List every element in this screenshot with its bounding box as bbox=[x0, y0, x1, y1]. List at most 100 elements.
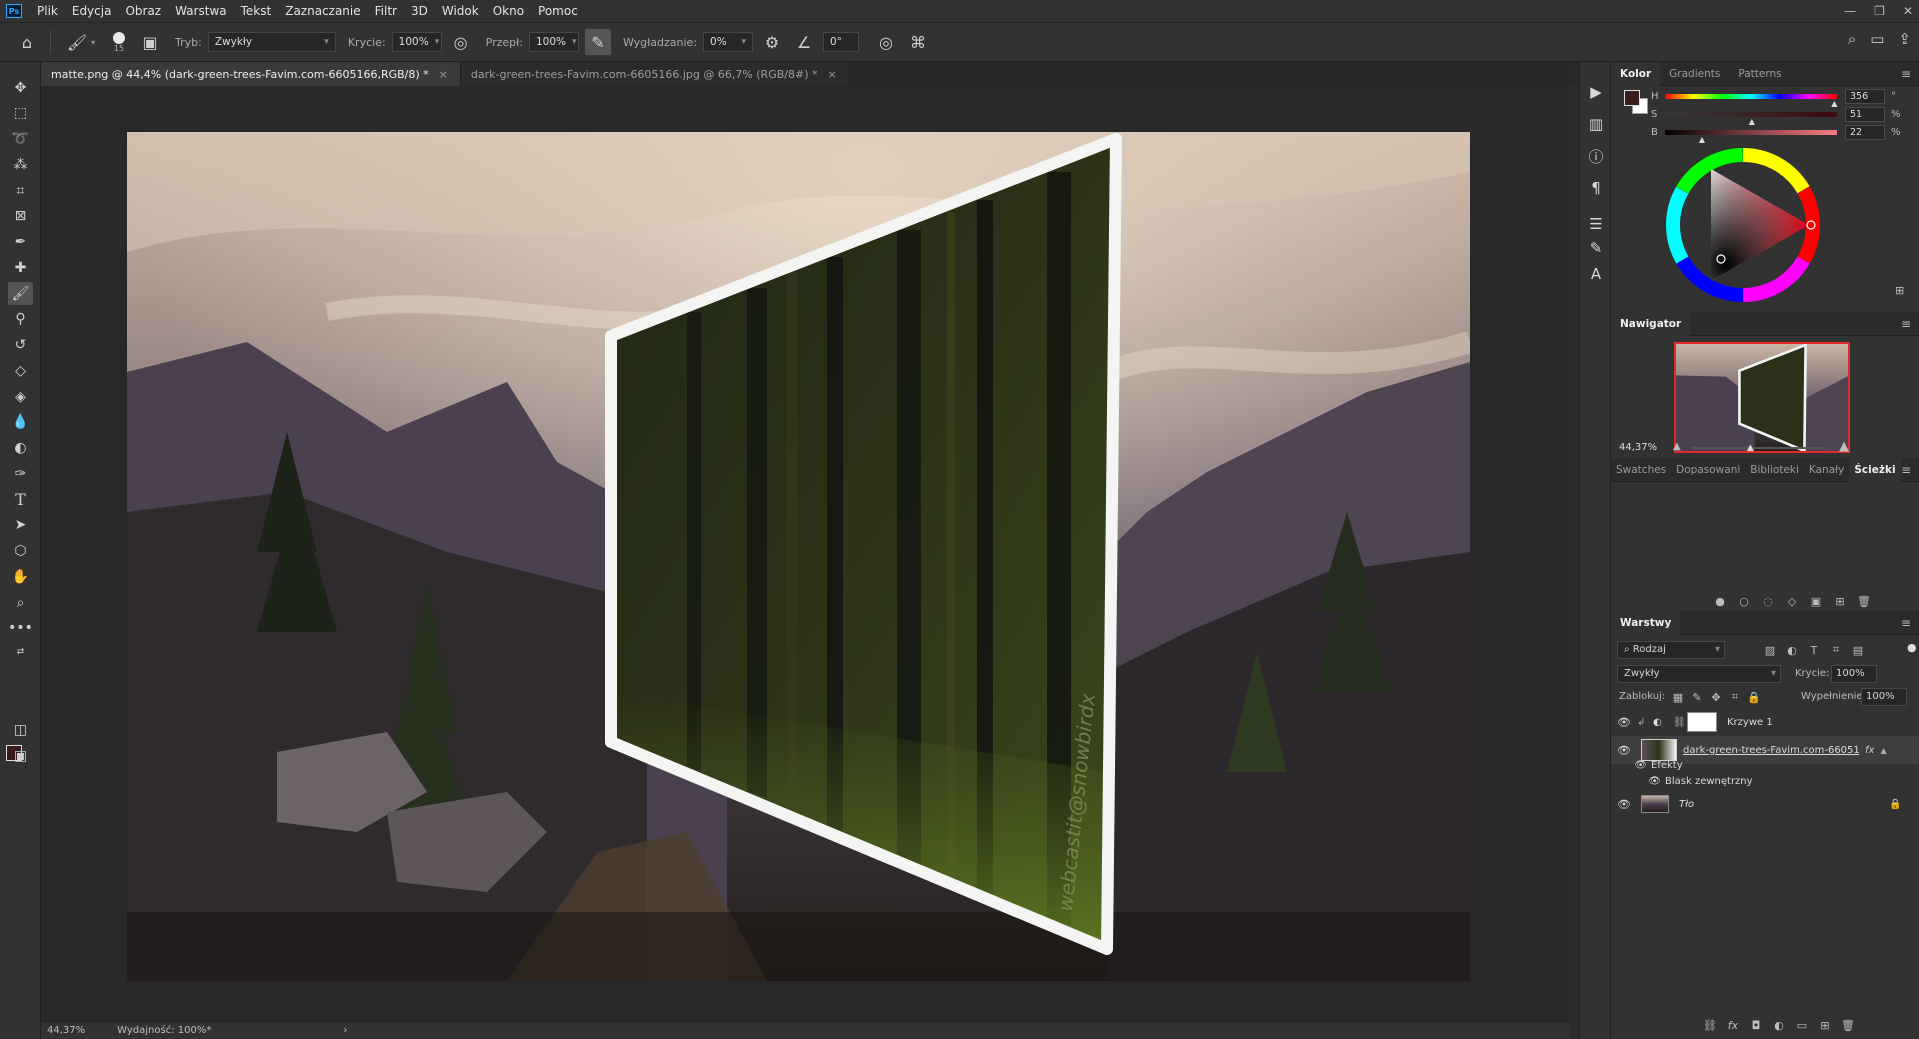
hue-thumb-icon[interactable]: ▲ bbox=[1831, 99, 1837, 108]
menu-filtr[interactable]: Filtr bbox=[368, 0, 404, 22]
menu-plik[interactable]: Plik bbox=[30, 0, 65, 22]
tab-kolor[interactable]: Kolor bbox=[1611, 61, 1661, 86]
adjustment-filter-icon[interactable]: ◐ bbox=[1783, 641, 1801, 659]
shape-tool-icon[interactable]: ⬡ bbox=[8, 539, 33, 562]
eye-icon[interactable]: 👁 bbox=[1611, 716, 1637, 729]
lock-transparent-icon[interactable]: ▦ bbox=[1669, 688, 1687, 706]
add-mask-icon[interactable]: ◘ bbox=[1747, 1016, 1765, 1034]
share-icon[interactable]: ⇪ bbox=[1898, 30, 1911, 48]
eye-icon[interactable]: 👁 bbox=[1611, 798, 1637, 811]
vertical-scrollbar[interactable] bbox=[1569, 86, 1579, 1039]
paragraph-icon[interactable]: ¶ bbox=[1584, 176, 1608, 200]
load-selection-icon[interactable]: ◌ bbox=[1759, 592, 1777, 610]
brush-preset-picker[interactable]: 15 bbox=[107, 31, 131, 53]
document-canvas[interactable]: webcastit@snowbirdx bbox=[127, 132, 1470, 981]
brightness-slider[interactable]: ▲ bbox=[1665, 129, 1837, 144]
tab-dopasowania[interactable]: Dopasowani bbox=[1671, 458, 1745, 482]
frame-tool-icon[interactable]: ⊠ bbox=[8, 204, 33, 227]
delete-path-icon[interactable]: 🗑 bbox=[1855, 592, 1873, 610]
panel-menu-icon[interactable]: ≡ bbox=[1901, 312, 1911, 336]
shape-filter-icon[interactable]: ⌗ bbox=[1827, 641, 1845, 659]
menu-pomoc[interactable]: Pomoc bbox=[531, 0, 585, 22]
flow-field[interactable]: 100% ▾ bbox=[528, 32, 579, 52]
add-color-icon[interactable]: ⊞ bbox=[1895, 284, 1904, 297]
home-icon[interactable]: ⌂ bbox=[14, 29, 40, 55]
clone-stamp-tool-icon[interactable]: ⚲ bbox=[8, 307, 33, 330]
new-group-icon[interactable]: ▭ bbox=[1793, 1016, 1811, 1034]
menu-edycja[interactable]: Edycja bbox=[65, 0, 119, 22]
saturation-thumb-icon[interactable]: ▲ bbox=[1749, 117, 1755, 126]
mode-select[interactable]: Zwykły ▾ bbox=[207, 32, 336, 52]
foreground-color-chip[interactable] bbox=[1624, 90, 1640, 106]
tab-sciezki[interactable]: Ścieżki bbox=[1849, 457, 1901, 482]
fill-path-icon[interactable]: ● bbox=[1711, 592, 1729, 610]
color-wheel[interactable] bbox=[1664, 146, 1822, 304]
menu-3d[interactable]: 3D bbox=[404, 0, 435, 22]
chevron-up-icon[interactable]: ▲ bbox=[1880, 746, 1886, 755]
history-brush-tool-icon[interactable]: ↺ bbox=[8, 333, 33, 356]
eyedropper-tool-icon[interactable]: ✒ bbox=[8, 230, 33, 253]
menu-obraz[interactable]: Obraz bbox=[118, 0, 168, 22]
navigator-preview[interactable] bbox=[1674, 342, 1850, 453]
filter-toggle-icon[interactable]: ● bbox=[1907, 641, 1917, 654]
hand-tool-icon[interactable]: ✋ bbox=[8, 565, 33, 588]
layer-name[interactable]: Krzywe 1 bbox=[1727, 717, 1773, 728]
move-tool-icon[interactable]: ✥ bbox=[8, 76, 33, 99]
brush-settings-icon[interactable]: ▣ bbox=[137, 29, 163, 55]
crop-tool-icon[interactable]: ⌗ bbox=[8, 179, 33, 202]
lasso-tool-icon[interactable]: ➰ bbox=[8, 127, 33, 150]
panel-menu-icon[interactable]: ≡ bbox=[1901, 611, 1911, 635]
dodge-tool-icon[interactable]: ◐ bbox=[8, 436, 33, 459]
symmetry-icon[interactable]: ⌘ bbox=[905, 29, 931, 55]
hue-slider[interactable]: ▲ bbox=[1665, 93, 1837, 108]
panel-menu-icon[interactable]: ≡ bbox=[1901, 62, 1911, 86]
restore-button[interactable]: ❐ bbox=[1874, 0, 1885, 22]
tab-biblioteki[interactable]: Biblioteki bbox=[1745, 458, 1804, 482]
lock-position-icon[interactable]: ✥ bbox=[1707, 688, 1725, 706]
pressure-size-icon[interactable]: ◎ bbox=[873, 29, 899, 55]
pixel-filter-icon[interactable]: ▨ bbox=[1761, 641, 1779, 659]
close-icon[interactable]: × bbox=[439, 68, 448, 81]
quick-selection-tool-icon[interactable]: ⁂ bbox=[8, 153, 33, 176]
link-layers-icon[interactable]: ⛓ bbox=[1701, 1016, 1719, 1034]
panel-menu-icon[interactable]: ≡ bbox=[1901, 458, 1911, 482]
brush-tool-icon[interactable]: 🖌 ▾ bbox=[61, 29, 101, 55]
navigator-zoom-slider[interactable]: ▲ bbox=[1691, 443, 1827, 453]
brightness-thumb-icon[interactable]: ▲ bbox=[1699, 135, 1705, 144]
zoom-out-icon[interactable]: ▲ bbox=[1673, 441, 1681, 452]
type-filter-icon[interactable]: T bbox=[1805, 641, 1823, 659]
menu-okno[interactable]: Okno bbox=[486, 0, 531, 22]
lock-pixels-icon[interactable]: ✎ bbox=[1688, 688, 1706, 706]
paint-bucket-tool-icon[interactable]: ◈ bbox=[8, 385, 33, 408]
pen-tool-icon[interactable]: ✑ bbox=[8, 462, 33, 485]
hue-input[interactable]: 356 bbox=[1845, 88, 1885, 104]
workspace-icon[interactable]: ▭ bbox=[1870, 30, 1884, 48]
layer-row[interactable]: 👁 ↲ ◐ ⛓ Krzywe 1 bbox=[1611, 708, 1919, 736]
effect-row[interactable]: 👁 Blask zewnętrzny bbox=[1611, 772, 1919, 790]
eye-icon[interactable]: 👁 bbox=[1611, 760, 1651, 771]
pressure-opacity-icon[interactable]: ◎ bbox=[448, 29, 474, 55]
quick-mask-icon[interactable]: ◫ bbox=[8, 718, 33, 741]
path-selection-tool-icon[interactable]: ➤ bbox=[8, 513, 33, 536]
blur-tool-icon[interactable]: 💧 bbox=[8, 410, 33, 433]
stroke-path-icon[interactable]: ○ bbox=[1735, 592, 1753, 610]
type-tool-icon[interactable]: T bbox=[8, 488, 33, 511]
adjustments-icon[interactable]: ☰ bbox=[1584, 212, 1608, 236]
add-mask-icon[interactable]: ▣ bbox=[1807, 592, 1825, 610]
eraser-tool-icon[interactable]: ◇ bbox=[8, 359, 33, 382]
tab-dark-green-trees[interactable]: dark-green-trees-Favim.com-6605166.jpg @… bbox=[460, 62, 850, 86]
tab-gradients[interactable]: Gradients bbox=[1660, 62, 1729, 86]
brightness-input[interactable]: 22 bbox=[1845, 124, 1885, 140]
lock-all-icon[interactable]: 🔒 bbox=[1745, 688, 1763, 706]
delete-layer-icon[interactable]: 🗑 bbox=[1839, 1016, 1857, 1034]
marquee-tool-icon[interactable]: ⬚ bbox=[8, 101, 33, 124]
gear-icon[interactable]: ⚙ bbox=[759, 29, 785, 55]
layer-name[interactable]: dark-green-trees-Favim.com-6605166... bbox=[1683, 745, 1859, 756]
zoom-in-icon[interactable]: ▲ bbox=[1839, 439, 1849, 454]
smart-object-filter-icon[interactable]: ▤ bbox=[1849, 641, 1867, 659]
close-icon[interactable]: × bbox=[827, 68, 836, 81]
smoothing-field[interactable]: 0% ▾ bbox=[703, 32, 754, 52]
add-style-icon[interactable]: fx bbox=[1724, 1016, 1742, 1034]
make-path-icon[interactable]: ◇ bbox=[1783, 592, 1801, 610]
healing-brush-tool-icon[interactable]: ✚ bbox=[8, 256, 33, 279]
